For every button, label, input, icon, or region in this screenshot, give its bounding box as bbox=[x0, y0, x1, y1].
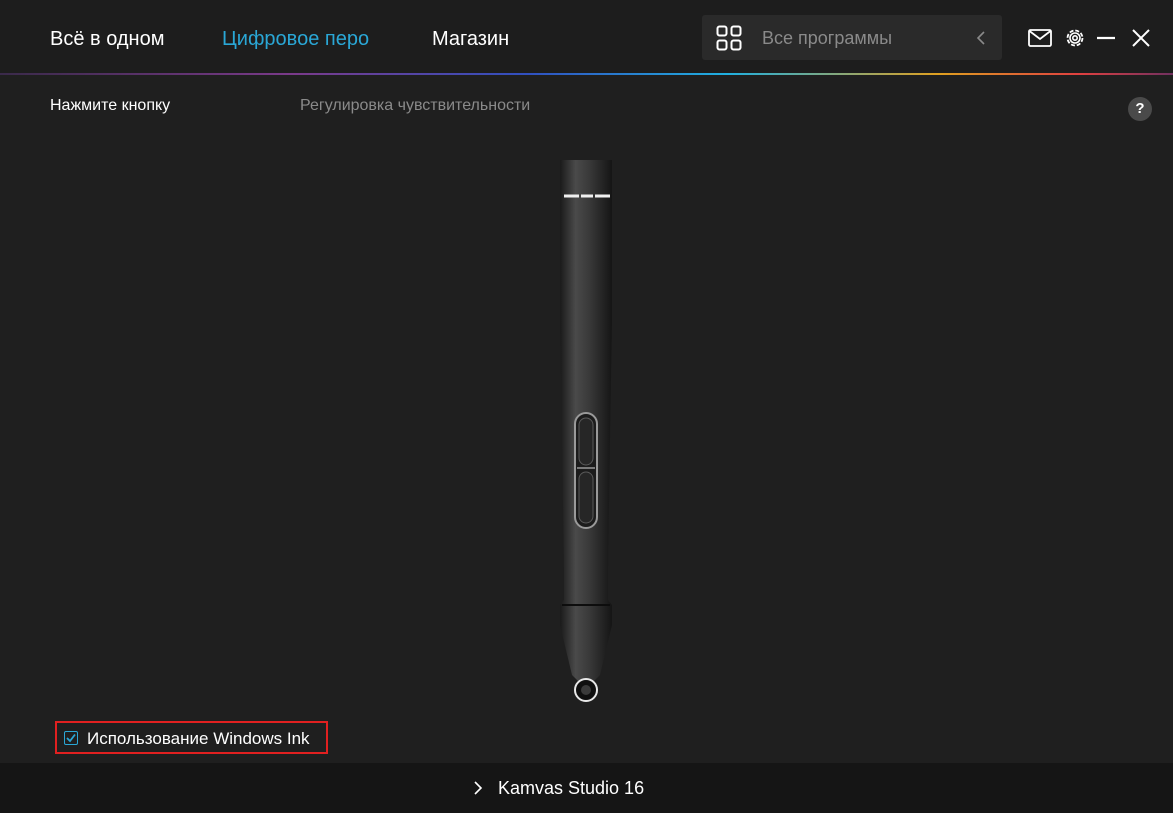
windows-ink-option[interactable]: Использование Windows Ink bbox=[55, 721, 328, 754]
tab-store[interactable]: Магазин bbox=[432, 26, 509, 52]
chevron-right-icon bbox=[474, 781, 483, 795]
mail-icon[interactable] bbox=[1028, 28, 1052, 48]
check-icon bbox=[66, 733, 76, 743]
pen-illustration bbox=[560, 160, 612, 702]
close-icon[interactable] bbox=[1130, 27, 1152, 49]
minimize-icon[interactable] bbox=[1095, 27, 1117, 49]
device-footer[interactable]: Kamvas Studio 16 bbox=[0, 763, 1173, 813]
device-name: Kamvas Studio 16 bbox=[498, 778, 645, 798]
windows-ink-checkbox[interactable] bbox=[64, 731, 78, 745]
header-divider bbox=[0, 73, 1173, 75]
tab-digital-pen[interactable]: Цифровое перо bbox=[222, 26, 369, 52]
subtab-sensitivity[interactable]: Регулировка чувствительности bbox=[300, 96, 530, 116]
grid-icon bbox=[716, 25, 742, 51]
chevron-left-icon[interactable] bbox=[974, 29, 988, 47]
tab-all-in-one[interactable]: Всё в одном bbox=[50, 26, 164, 52]
help-icon[interactable]: ? bbox=[1128, 97, 1152, 121]
gear-icon[interactable] bbox=[1063, 26, 1087, 50]
app-selector[interactable]: Все программы bbox=[702, 15, 1002, 60]
subtab-press-button[interactable]: Нажмите кнопку bbox=[50, 96, 170, 116]
top-bar: Всё в одном Цифровое перо Магазин Все пр… bbox=[0, 0, 1173, 74]
app-selector-label: Все программы bbox=[762, 28, 893, 48]
windows-ink-label: Использование Windows Ink bbox=[87, 729, 310, 748]
